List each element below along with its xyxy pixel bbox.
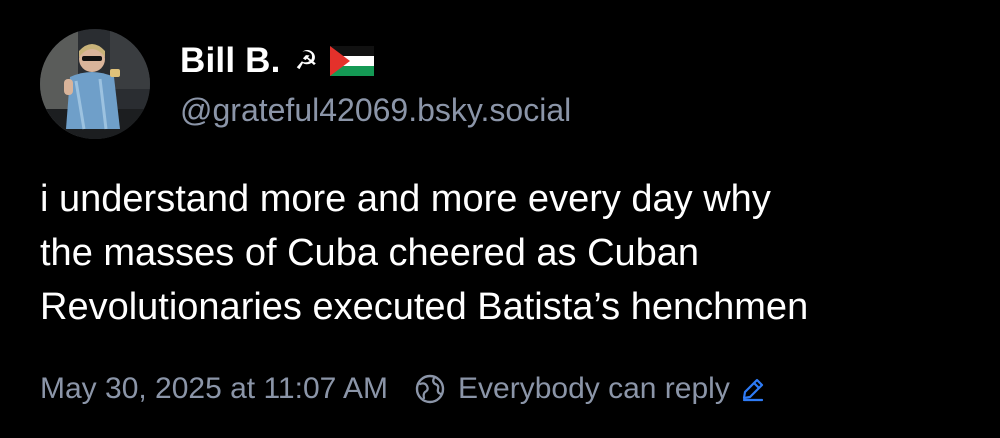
avatar[interactable] (40, 29, 150, 139)
avatar-image (40, 29, 150, 139)
hammer-sickle-icon: ☭ (294, 46, 318, 76)
globe-icon (415, 374, 445, 404)
display-name-text: Bill B. (180, 41, 281, 80)
author-display-name[interactable]: Bill B. ☭ (180, 38, 374, 84)
post-body: i understand more and more every day why… (40, 172, 970, 334)
post-meta: May 30, 2025 at 11:07 AM Everybody can r… (40, 366, 766, 412)
post-timestamp[interactable]: May 30, 2025 at 11:07 AM (40, 372, 388, 406)
post-text-line: the masses of Cuba cheered as Cuban (40, 232, 700, 274)
palestine-flag-icon (329, 46, 374, 76)
post-text-line: Revolutionaries executed Batista’s hench… (40, 286, 809, 328)
post-text-line: i understand more and more every day why (40, 178, 771, 220)
reply-setting-label[interactable]: Everybody can reply (458, 372, 730, 406)
pencil-icon[interactable] (740, 376, 766, 402)
post-card: Bill B. ☭ @grateful42069.bsky.social i u… (0, 0, 1000, 438)
author-handle[interactable]: @grateful42069.bsky.social (180, 92, 571, 129)
